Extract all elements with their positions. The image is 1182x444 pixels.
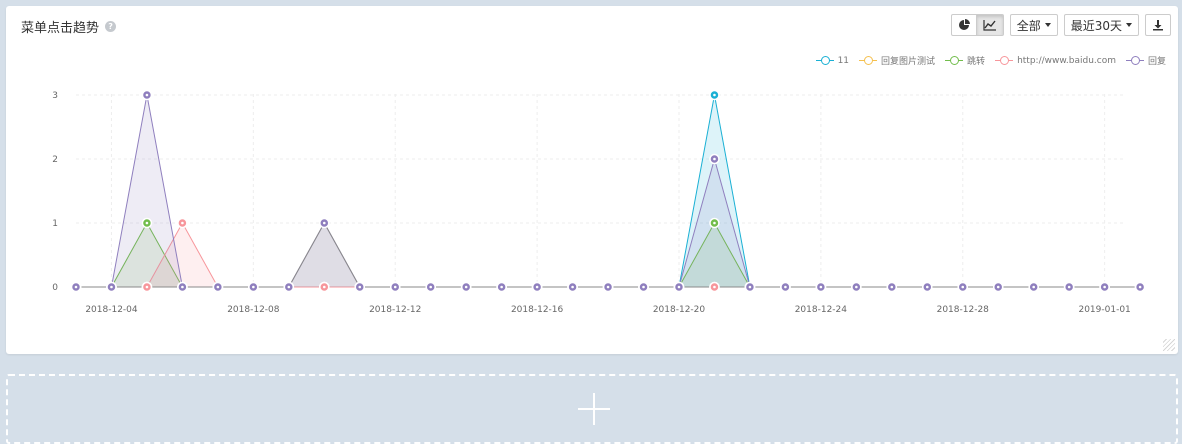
data-point-center <box>393 285 397 289</box>
plus-icon <box>578 393 610 425</box>
data-point-center <box>713 221 716 225</box>
menu-click-trend-card: 菜单点击趋势 ? 全部 最近30天 11 回复图片测试 跳转 http://ww… <box>6 6 1178 354</box>
series-line <box>76 221 1141 288</box>
resize-handle-icon[interactable] <box>1163 339 1175 351</box>
data-point-center <box>322 285 326 289</box>
data-point-center <box>429 285 433 289</box>
data-point-center <box>925 285 929 289</box>
data-point-center <box>535 285 539 289</box>
series-line <box>76 94 1141 288</box>
data-point-center <box>571 285 574 289</box>
data-point-center <box>216 285 220 289</box>
x-tick-label: 2018-12-16 <box>511 305 564 315</box>
x-tick-label: 2018-12-04 <box>85 305 138 315</box>
data-point-center <box>1103 285 1106 289</box>
data-point-center <box>819 285 823 289</box>
series-area <box>76 223 1141 287</box>
series-area <box>76 223 1141 287</box>
data-point-center <box>606 285 610 289</box>
trend-chart: 0 1 2 3 2018-12-04 2018-12-08 2018-12-12 2018-1… <box>52 89 1146 315</box>
data-point-center <box>322 221 326 225</box>
data-point-center <box>358 285 362 289</box>
data-point-center <box>642 285 645 289</box>
x-tick-label: 2018-12-24 <box>795 305 848 315</box>
data-point-center <box>145 93 149 97</box>
series-line <box>76 221 1141 288</box>
y-tick-label: 1 <box>52 219 58 229</box>
data-point-center <box>1138 285 1142 289</box>
data-point-center <box>181 221 184 225</box>
data-point-center <box>677 285 681 289</box>
data-point-center <box>713 157 716 161</box>
x-tick-label: 2018-12-12 <box>369 305 421 315</box>
data-point-center <box>890 285 894 289</box>
x-tick-label: 2018-12-20 <box>653 305 706 315</box>
data-point-center <box>110 285 113 289</box>
data-point-center <box>1032 285 1035 289</box>
data-point-center <box>713 93 716 97</box>
data-point-center <box>181 285 184 289</box>
data-point-center <box>748 285 752 289</box>
x-tick-label: 2018-12-08 <box>227 305 280 315</box>
data-point-center <box>252 285 255 289</box>
y-tick-label: 0 <box>52 283 58 293</box>
data-point-center <box>961 285 965 289</box>
series-line <box>76 221 1141 288</box>
data-point-center <box>145 221 149 225</box>
data-point-center <box>74 285 78 289</box>
data-point-center <box>500 285 503 289</box>
data-point-center <box>855 285 858 289</box>
data-point-center <box>784 285 787 289</box>
series-area <box>76 95 1141 287</box>
data-point-center <box>145 285 149 289</box>
data-point-center <box>996 285 1000 289</box>
series-area <box>76 95 1141 287</box>
y-tick-label: 2 <box>52 155 58 165</box>
data-point-center <box>1067 285 1071 289</box>
data-point-center <box>464 285 468 289</box>
x-tick-label: 2019-01-01 <box>1078 305 1130 315</box>
y-tick-label: 3 <box>52 91 58 101</box>
series-area <box>76 223 1141 287</box>
data-point-center <box>287 285 291 289</box>
x-tick-label: 2018-12-28 <box>937 305 990 315</box>
data-point-center <box>713 285 716 289</box>
series-line <box>76 94 1141 288</box>
add-panel-button[interactable] <box>6 374 1178 444</box>
